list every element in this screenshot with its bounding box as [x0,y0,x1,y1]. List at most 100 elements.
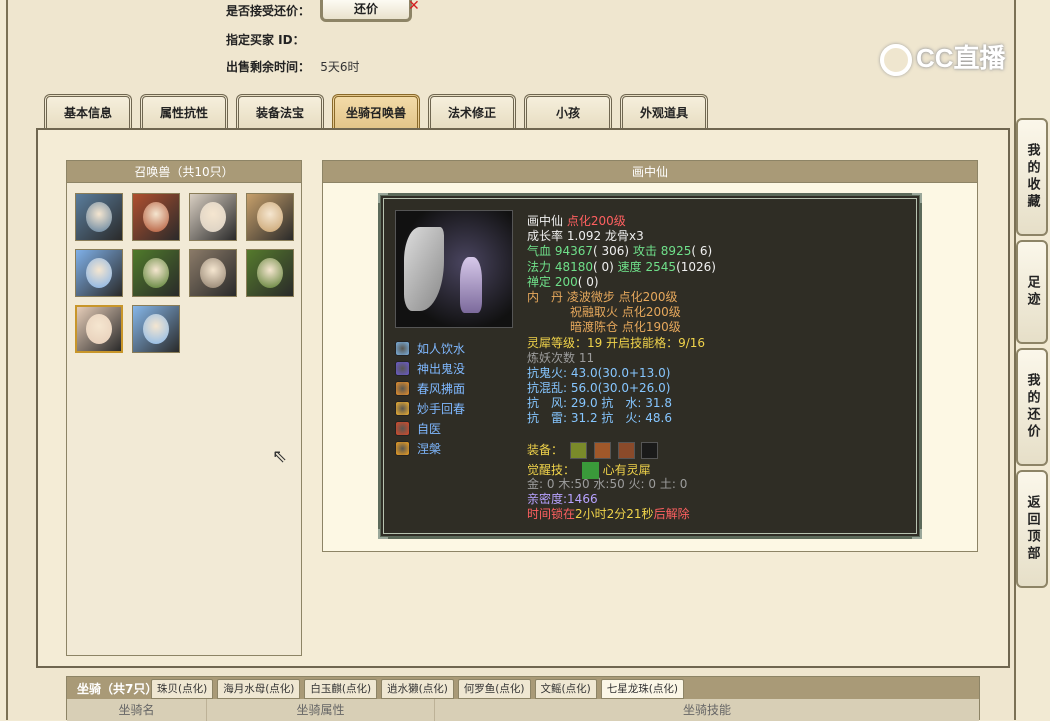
skill-label: 妙手回春 [417,401,466,416]
tab-basic-info[interactable]: 基本信息 [44,94,132,130]
pet-list-title: 召唤兽（共10只） [67,161,301,183]
cc-logo-icon [880,44,912,77]
equipment-slot-4[interactable] [641,441,659,459]
resist-ghost-label: 抗鬼火: [527,365,568,380]
mouse-cursor-icon: ⇖ [272,446,288,467]
element-values: 金: 0 木:50 水:50 火: 0 土: 0 [527,477,688,491]
mount-tab[interactable]: 逍水獭(点化) [381,679,454,699]
pet-avatar-icon [200,258,226,288]
equipment-slot-3[interactable] [617,441,635,459]
mount-tab[interactable]: 白玉麒(点化) [304,679,378,699]
remaining-row: 出售剩余时间： 5天6时 [226,58,359,75]
pet-skill-item[interactable]: 自医 [395,418,465,438]
skill-label: 神出鬼没 [417,361,466,376]
mount-table-header: 坐骑名 坐骑属性 坐骑技能 [67,699,979,721]
mount-section: 坐骑（共7只） 珠贝(点化) 海月水母(点化) 白玉麒(点化) 逍水獭(点化) 何罗鱼(… [66,676,980,721]
skill-icon [395,440,410,456]
skill-icon [395,400,410,416]
skill-label: 涅槃 [417,441,442,456]
corner-decoration [378,529,388,539]
mount-tab[interactable]: 珠贝(点化) [151,679,214,699]
pet-skill-item[interactable]: 如人饮水 [395,338,465,358]
tab-bar: 基本信息 属性抗性 装备法宝 坐骑召唤兽 法术修正 小孩 外观道具 [44,94,708,130]
awaken-skill: 心有灵犀 [602,462,651,477]
hp-extra: ( 306) [593,244,630,259]
pet-thumbnail[interactable] [75,249,123,297]
resist-line-1: 抗 风: 29.0 抗 水: 31.8 [527,396,672,411]
resist-chaos-label: 抗混乱: [527,381,568,396]
zen-label: 禅定 [527,274,552,289]
corner-decoration [912,529,922,539]
my-counter-offers-button[interactable]: 我的还价 [1016,348,1048,466]
pet-thumbnail[interactable] [132,193,180,241]
tab-equipment[interactable]: 装备法宝 [236,94,324,130]
tab-attributes[interactable]: 属性抗性 [140,94,228,130]
pet-avatar-icon [143,202,169,232]
col-mount-attr: 坐骑属性 [207,699,435,721]
mount-tab[interactable]: 海月水母(点化) [217,679,301,699]
pet-avatar-icon [143,314,169,344]
logo-text: CC直播 [916,43,1006,73]
pet-stats: 画中仙 点化200级 成长率 1.092 龙骨x3 气血 94367( 306)… [527,214,716,523]
back-to-top-button[interactable]: 返回顶部 [1016,470,1048,588]
equipment-slot-1[interactable] [569,441,587,459]
hp-value: 94367 [554,244,594,259]
buyer-label: 指定买家 ID： [226,33,305,47]
inner-dan-2: 祝融取火 点化200级 [570,305,681,320]
portrait-blade [404,227,444,311]
pet-avatar-icon [86,258,112,288]
refine-count: 炼妖次数 11 [527,350,595,365]
pet-detail-title: 画中仙 [323,161,977,183]
accept-counter-label: 是否接受还价： [226,4,311,18]
pet-skill-item[interactable]: 涅槃 [395,438,465,458]
mp-extra: ( 0) [593,259,614,274]
lock-time: 2小时2分21秒 [575,507,654,522]
pet-thumbnail[interactable] [132,305,180,353]
mp-label: 法力 [527,259,552,274]
col-mount-skill: 坐骑技能 [682,703,731,717]
pet-portrait [395,210,513,328]
pet-thumbnail[interactable] [132,249,180,297]
inner-dan-3: 暗渡陈仓 点化190级 [570,320,681,335]
pet-thumbnail[interactable] [246,193,294,241]
pet-grid [67,183,301,353]
mount-tab[interactable]: 文鳐(点化) [534,679,597,699]
remaining-label: 出售剩余时间： [226,60,311,74]
pet-avatar-icon [86,202,112,232]
growth-rate: 成长率 1.092 龙骨x3 [527,229,644,244]
mp-value: 48180 [554,259,594,274]
pet-thumbnail[interactable] [189,249,237,297]
remaining-value: 5天6时 [320,60,360,74]
pet-thumbnail[interactable] [75,193,123,241]
portrait-figure [460,257,482,313]
pet-thumbnail[interactable] [246,249,294,297]
pet-skill-item[interactable]: 神出鬼没 [395,358,465,378]
buyer-row: 指定买家 ID： [226,31,311,48]
mount-tab[interactable]: 七星龙珠(点化) [600,679,684,699]
my-favorites-button[interactable]: 我的收藏 [1016,118,1048,236]
pet-thumbnail[interactable] [75,305,123,353]
skill-icon [395,360,410,376]
hp-label: 气血 [527,244,552,259]
pet-skill-item[interactable]: 春风拂面 [395,378,465,398]
tab-children[interactable]: 小孩 [524,94,612,130]
footprint-button[interactable]: 足迹 [1016,240,1048,344]
close-icon[interactable]: ✕ [408,0,420,14]
equipment-slot-2[interactable] [593,441,611,459]
tab-mounts-pets[interactable]: 坐骑召唤兽 [332,94,420,130]
corner-decoration [378,193,388,203]
pet-skill-item[interactable]: 妙手回春 [395,398,465,418]
resist-line-2: 抗 雷: 31.2 抗 火: 48.6 [527,411,672,426]
spd-value: 2545 [645,259,677,274]
pet-name: 画中仙 [527,214,564,228]
side-nav: 我的收藏 足迹 我的还价 返回顶部 [1016,118,1048,592]
counter-offer-button[interactable]: 还价 [320,0,412,22]
pet-thumbnail[interactable] [189,193,237,241]
mount-tab[interactable]: 何罗鱼(点化) [457,679,531,699]
mount-title: 坐骑（共7只） [77,682,158,696]
pet-skill-list: 如人饮水神出鬼没春风拂面妙手回春自医涅槃 [395,338,465,458]
pet-avatar-icon [200,202,226,232]
zen-extra: ( 0) [577,274,599,289]
tab-appearance[interactable]: 外观道具 [620,94,708,130]
tab-spell-correction[interactable]: 法术修正 [428,94,516,130]
